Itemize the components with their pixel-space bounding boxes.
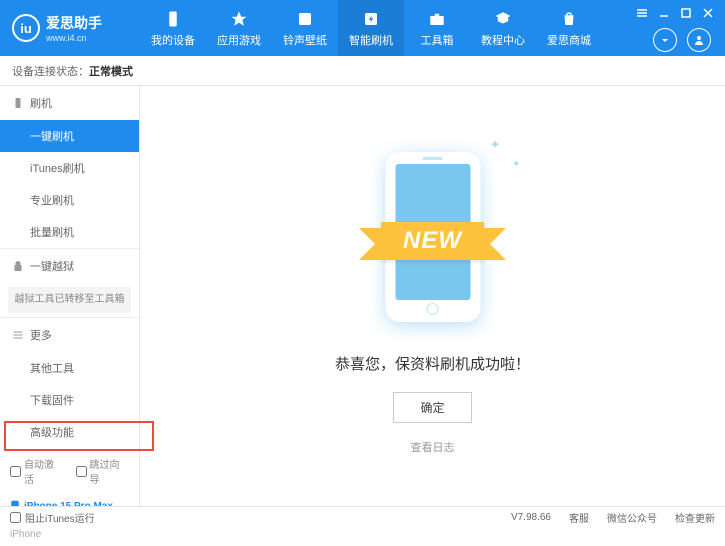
main-nav: 我的设备 应用游戏 铃声壁纸 智能刷机 工具箱 教程中心 爱思商城 <box>140 0 602 56</box>
download-button[interactable] <box>653 28 677 52</box>
menu-icon[interactable] <box>635 6 649 20</box>
sidebar-header-more[interactable]: 更多 <box>0 318 139 352</box>
logo-icon: iu <box>12 14 40 42</box>
window-controls <box>635 6 715 20</box>
footer-link-update[interactable]: 检查更新 <box>675 510 715 525</box>
device-type: iPhone <box>10 529 129 540</box>
app-url: www.i4.cn <box>46 33 102 43</box>
sidebar-item-advanced[interactable]: 高级功能 <box>0 416 139 448</box>
close-icon[interactable] <box>701 6 715 20</box>
maximize-icon[interactable] <box>679 6 693 20</box>
block-itunes-check[interactable]: 阻止iTunes运行 <box>10 510 95 525</box>
user-button[interactable] <box>687 28 711 52</box>
app-title: 爱思助手 <box>46 13 102 33</box>
main-content: NEW ✦ ✦ 恭喜您，保资料刷机成功啦！ 确定 查看日志 <box>140 86 725 506</box>
sidebar-jailbreak-note: 越狱工具已转移至工具箱 <box>8 287 131 313</box>
app-header: iu 爱思助手 www.i4.cn 我的设备 应用游戏 铃声壁纸 智能刷机 工具… <box>0 0 725 56</box>
sidebar-checks: 自动激活 跳过向导 <box>0 448 139 494</box>
footer-link-wechat[interactable]: 微信公众号 <box>607 510 657 525</box>
sidebar-item-download[interactable]: 下载固件 <box>0 384 139 416</box>
nav-my-device[interactable]: 我的设备 <box>140 0 206 56</box>
sparkle-icon: ✦ <box>512 159 520 170</box>
sidebar-item-pro[interactable]: 专业刷机 <box>0 184 139 216</box>
nav-store[interactable]: 爱思商城 <box>536 0 602 56</box>
sparkle-icon: ✦ <box>490 137 501 153</box>
nav-toolbox[interactable]: 工具箱 <box>404 0 470 56</box>
sidebar-item-itunes[interactable]: iTunes刷机 <box>0 152 139 184</box>
nav-smart-flash[interactable]: 智能刷机 <box>338 0 404 56</box>
minimize-icon[interactable] <box>657 6 671 20</box>
ok-button[interactable]: 确定 <box>393 392 471 423</box>
logo-area: iu 爱思助手 www.i4.cn <box>0 13 140 43</box>
status-bar: 设备连接状态： 正常模式 <box>0 56 725 86</box>
sidebar-header-flash[interactable]: 刷机 <box>0 86 139 120</box>
nav-ringtones[interactable]: 铃声壁纸 <box>272 0 338 56</box>
nav-apps[interactable]: 应用游戏 <box>206 0 272 56</box>
sidebar-header-jailbreak[interactable]: 一键越狱 <box>0 249 139 283</box>
footer-link-support[interactable]: 客服 <box>569 510 589 525</box>
sidebar: 刷机 一键刷机 iTunes刷机 专业刷机 批量刷机 一键越狱 越狱工具已转移至… <box>0 86 140 506</box>
new-ribbon: NEW <box>381 222 484 260</box>
congrats-text: 恭喜您，保资料刷机成功啦！ <box>335 353 530 374</box>
sidebar-item-other[interactable]: 其他工具 <box>0 352 139 384</box>
check-skip-guide[interactable]: 跳过向导 <box>76 456 130 486</box>
phone-illustration: NEW ✦ ✦ <box>343 137 523 337</box>
footer: 阻止iTunes运行 V7.98.66 客服 微信公众号 检查更新 <box>0 506 725 527</box>
check-auto-activate[interactable]: 自动激活 <box>10 456 64 486</box>
sidebar-item-oneclick[interactable]: 一键刷机 <box>0 120 139 152</box>
nav-tutorials[interactable]: 教程中心 <box>470 0 536 56</box>
view-log-link[interactable]: 查看日志 <box>411 439 455 455</box>
status-value: 正常模式 <box>89 63 133 79</box>
status-prefix: 设备连接状态： <box>12 63 89 79</box>
version-label: V7.98.66 <box>511 512 551 523</box>
sidebar-item-batch[interactable]: 批量刷机 <box>0 216 139 248</box>
